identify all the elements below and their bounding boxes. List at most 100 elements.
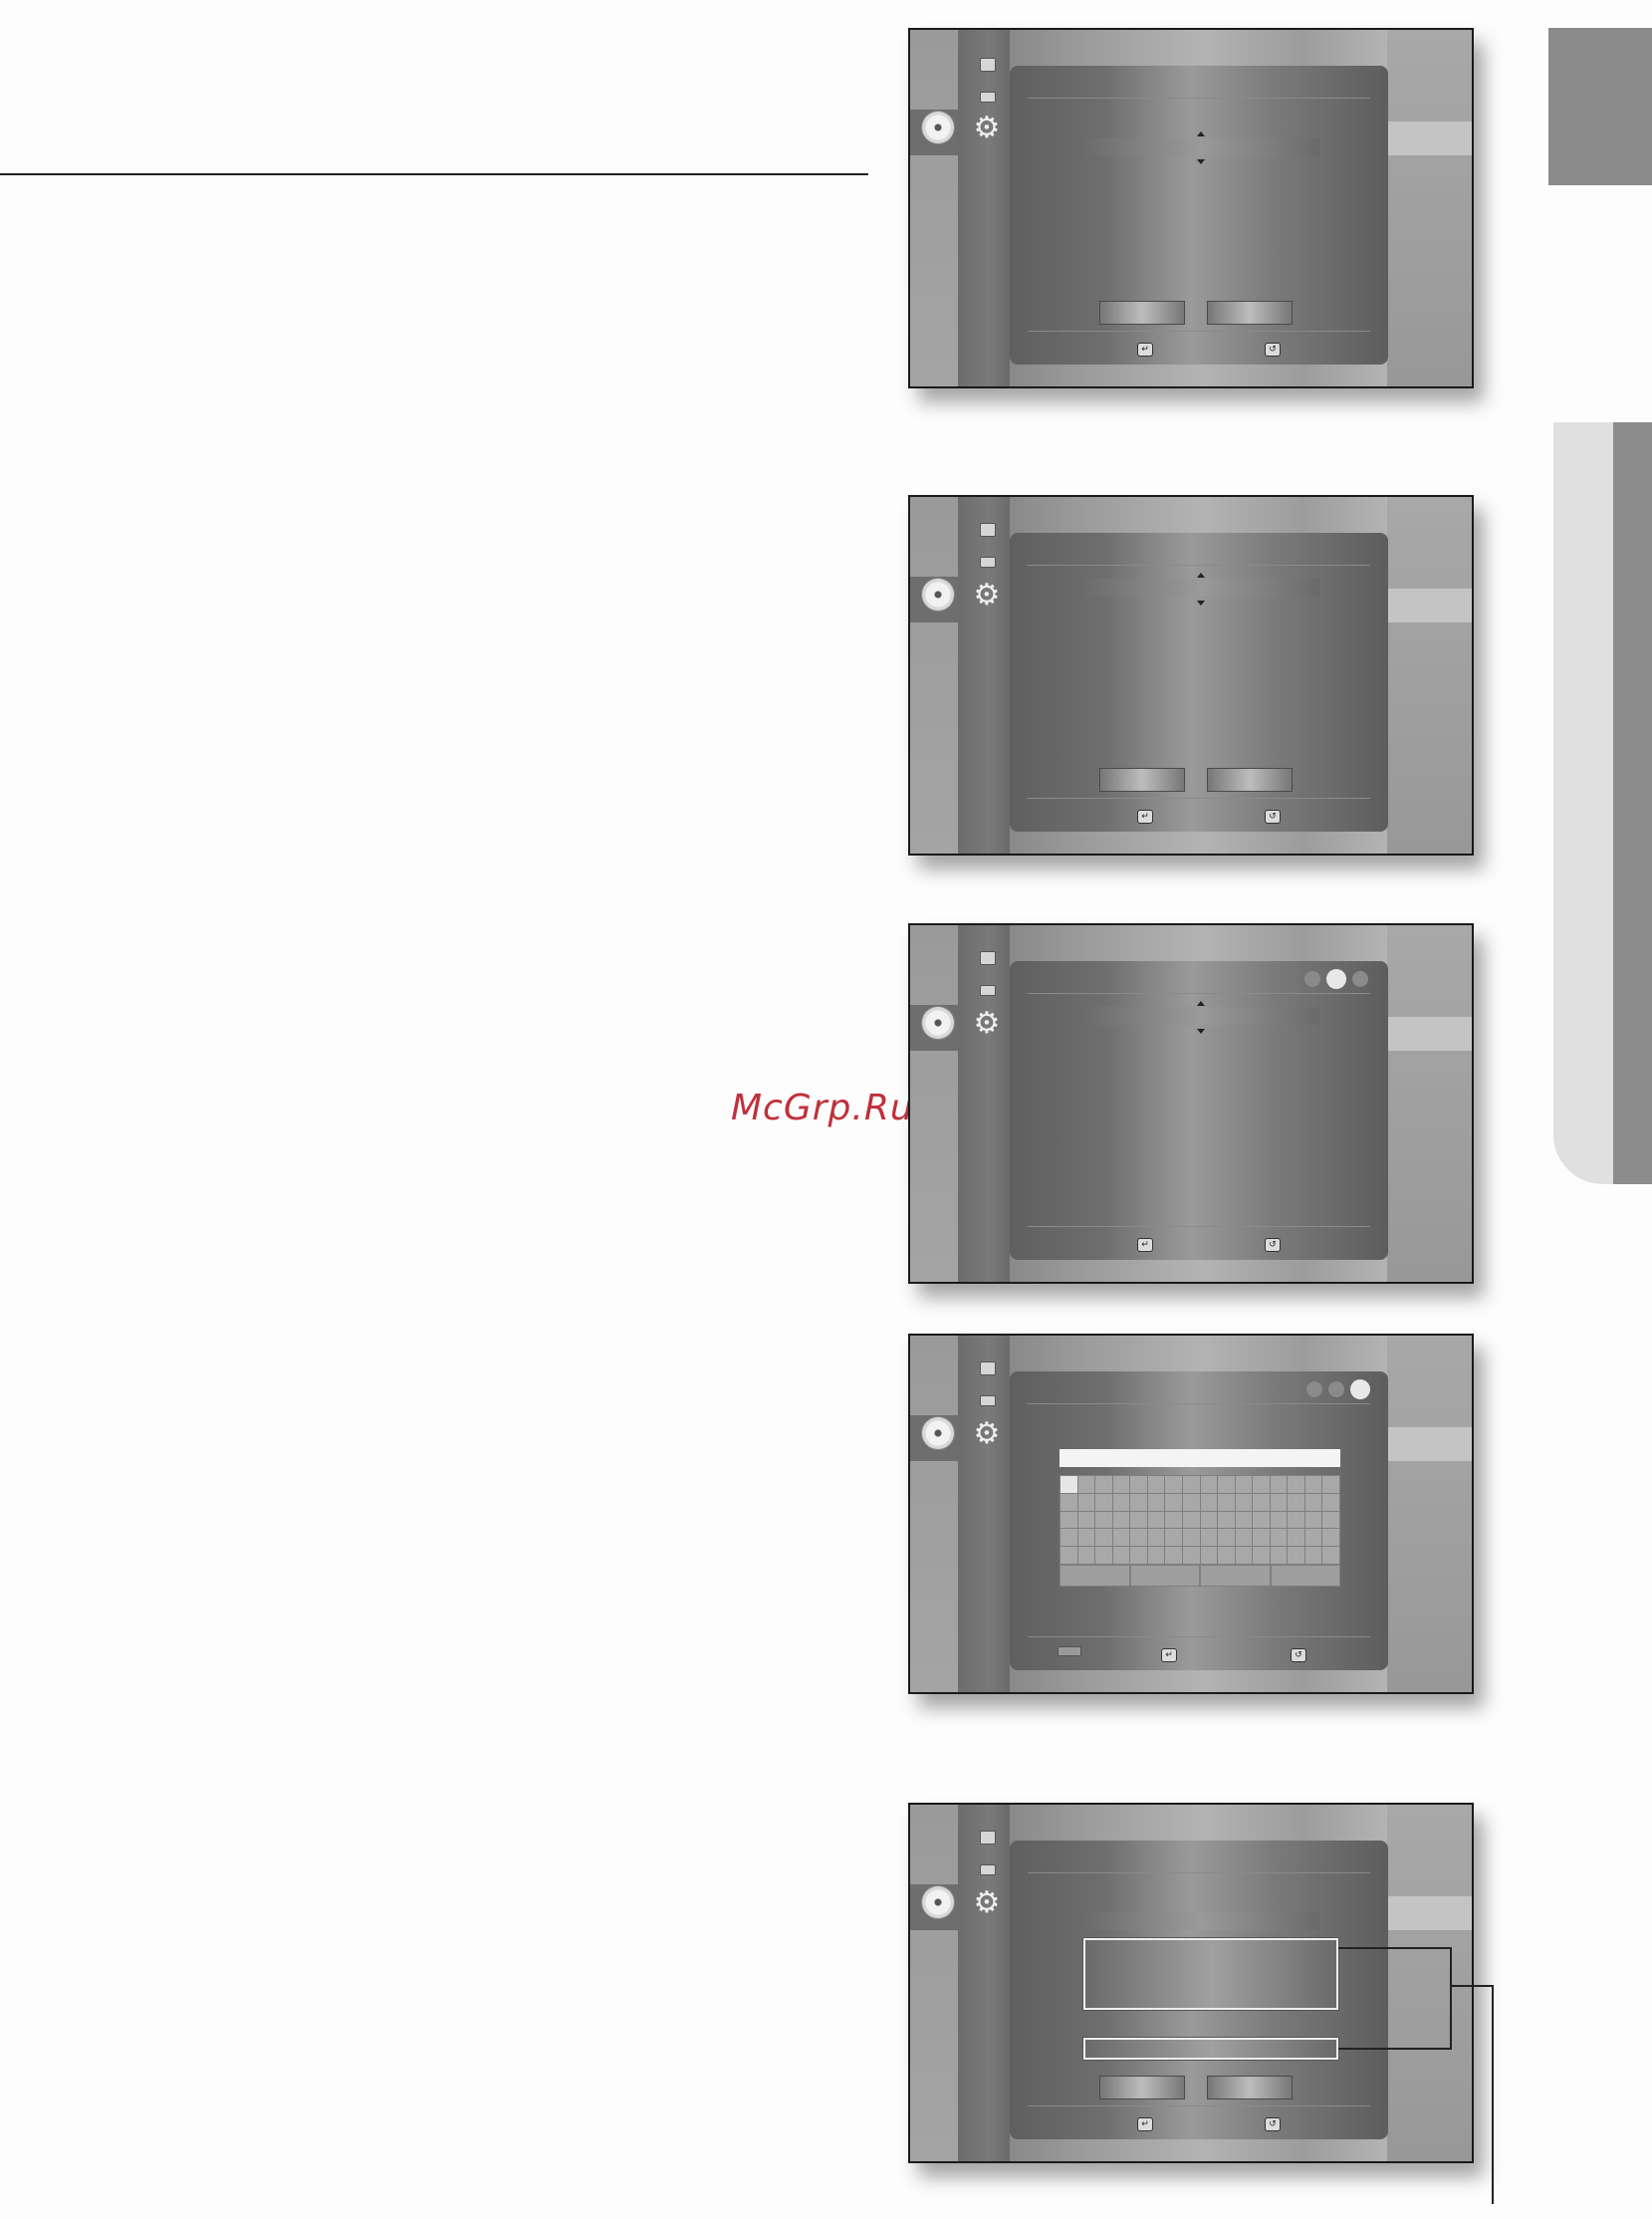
keyboard-key[interactable] [1076,1475,1096,1494]
selection-field[interactable] [1082,579,1319,597]
keyboard-key[interactable] [1234,1475,1254,1494]
keyboard-key[interactable] [1234,1510,1254,1530]
arrow-down-icon[interactable] [1197,1029,1205,1034]
keyboard-key[interactable] [1164,1475,1183,1494]
keyboard-key[interactable] [1321,1510,1340,1530]
keyboard-key[interactable] [1217,1475,1236,1494]
keyboard-key[interactable] [1094,1510,1113,1530]
keyboard-key[interactable] [1146,1475,1166,1494]
arrow-up-icon[interactable] [1197,131,1205,136]
keyboard-key[interactable] [1146,1492,1166,1512]
keyboard-key[interactable] [1076,1492,1096,1512]
keyboard-key[interactable] [1164,1546,1183,1565]
keyboard-key[interactable] [1252,1546,1271,1565]
keyboard-key[interactable] [1060,1528,1078,1548]
selection-field[interactable] [1082,1007,1319,1025]
keyboard-key[interactable] [1287,1475,1305,1494]
keyboard-key[interactable] [1111,1546,1131,1565]
keyboard-key[interactable] [1252,1475,1271,1494]
keyboard-key[interactable] [1164,1492,1183,1512]
keyboard-key[interactable] [1060,1546,1078,1565]
selection-field[interactable] [1082,1912,1319,1930]
keyboard-key[interactable] [1303,1492,1323,1512]
keyboard-key[interactable] [1269,1492,1289,1512]
dialog-button-left[interactable] [1099,768,1185,792]
keyboard-key[interactable] [1094,1492,1113,1512]
keyboard-key[interactable] [1199,1475,1219,1494]
keyboard-key[interactable] [1287,1528,1305,1548]
keyboard-key[interactable] [1181,1492,1201,1512]
keyboard-key[interactable] [1287,1510,1305,1530]
keyboard-key[interactable] [1252,1528,1271,1548]
keyboard-key[interactable] [1111,1475,1131,1494]
keyboard-key[interactable] [1076,1510,1096,1530]
dialog-button-right[interactable] [1207,2076,1293,2099]
text-input[interactable] [1060,1449,1340,1467]
dialog-button-right[interactable] [1207,301,1293,325]
keyboard-key[interactable] [1060,1492,1078,1512]
keyboard-key[interactable] [1269,1546,1289,1565]
arrow-up-icon[interactable] [1197,573,1205,578]
keyboard-key[interactable] [1129,1475,1148,1494]
keyboard-key[interactable] [1303,1510,1323,1530]
keyboard-key[interactable] [1111,1510,1131,1530]
keyboard-key[interactable] [1287,1546,1305,1565]
dialog-button-left[interactable] [1099,301,1185,325]
keyboard-function-key[interactable] [1129,1565,1200,1587]
dialog-button-right[interactable] [1207,768,1293,792]
keyboard-key[interactable] [1181,1546,1201,1565]
arrow-down-icon[interactable] [1197,601,1205,606]
keyboard-key[interactable] [1181,1528,1201,1548]
keyboard-key[interactable] [1287,1492,1305,1512]
keyboard-key[interactable] [1094,1546,1113,1565]
keyboard-key[interactable] [1181,1510,1201,1530]
keyboard-key[interactable] [1076,1546,1096,1565]
keyboard-key[interactable] [1269,1475,1289,1494]
keyboard-key[interactable] [1129,1528,1148,1548]
keyboard-key[interactable] [1199,1510,1219,1530]
keyboard-function-key[interactable] [1060,1565,1130,1587]
arrow-down-icon[interactable] [1197,159,1205,164]
keyboard-key[interactable] [1269,1510,1289,1530]
selection-field[interactable] [1082,138,1319,156]
keyboard-key[interactable] [1217,1528,1236,1548]
arrow-up-icon[interactable] [1197,1001,1205,1006]
keyboard-key[interactable] [1321,1546,1340,1565]
keyboard-key[interactable] [1076,1528,1096,1548]
keyboard-key[interactable] [1060,1510,1078,1530]
keyboard-key[interactable] [1111,1492,1131,1512]
keyboard-key[interactable] [1129,1492,1148,1512]
keyboard-key[interactable] [1321,1475,1340,1494]
keyboard-key[interactable] [1164,1528,1183,1548]
keyboard-key[interactable] [1252,1510,1271,1530]
keyboard-key[interactable] [1164,1510,1183,1530]
keyboard-key[interactable] [1199,1546,1219,1565]
keyboard-key[interactable] [1129,1510,1148,1530]
keyboard-key[interactable] [1217,1546,1236,1565]
keyboard-key[interactable] [1303,1546,1323,1565]
keyboard-key[interactable] [1199,1492,1219,1512]
keyboard-key[interactable] [1234,1528,1254,1548]
keyboard-key[interactable] [1181,1475,1201,1494]
keyboard-key[interactable] [1321,1492,1340,1512]
keyboard-function-key[interactable] [1200,1565,1271,1587]
keyboard-key[interactable] [1269,1528,1289,1548]
keyboard-key[interactable] [1217,1492,1236,1512]
dialog-button-left[interactable] [1099,2076,1185,2099]
keyboard-key[interactable] [1094,1475,1113,1494]
keyboard-key[interactable] [1094,1528,1113,1548]
keyboard-key[interactable] [1146,1510,1166,1530]
keyboard-key[interactable] [1146,1546,1166,1565]
keyboard-key[interactable] [1199,1528,1219,1548]
keyboard-key[interactable] [1303,1475,1323,1494]
keyboard-key[interactable] [1252,1492,1271,1512]
keyboard-key[interactable] [1321,1528,1340,1548]
keyboard-key[interactable] [1217,1510,1236,1530]
keyboard-key[interactable] [1129,1546,1148,1565]
keyboard-function-key[interactable] [1270,1565,1340,1587]
keyboard-key[interactable] [1303,1528,1323,1548]
keyboard-key[interactable] [1111,1528,1131,1548]
keyboard-key[interactable] [1234,1492,1254,1512]
keyboard-key[interactable] [1146,1528,1166,1548]
keyboard-key[interactable] [1060,1475,1078,1494]
